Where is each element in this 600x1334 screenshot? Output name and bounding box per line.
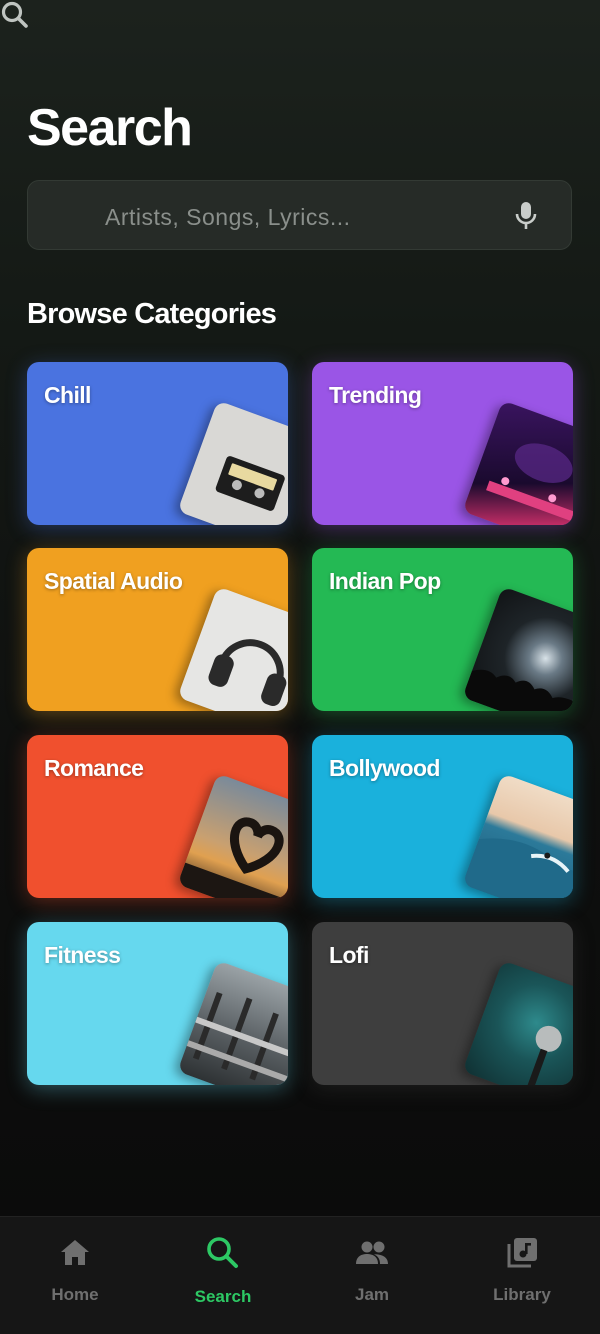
heart-hands-image xyxy=(177,773,288,898)
nav-item-library[interactable]: Library xyxy=(447,1217,597,1334)
headphones-image xyxy=(177,586,288,711)
dj-image xyxy=(462,400,573,525)
category-label: Fitness xyxy=(44,942,121,968)
bottom-nav: Home Search Jam Library xyxy=(0,1216,600,1334)
search-icon xyxy=(1,1,28,28)
category-card-fitness[interactable]: Fitness xyxy=(27,922,288,1085)
microphone-image xyxy=(462,960,573,1085)
nav-item-search[interactable]: Search xyxy=(148,1217,298,1334)
category-label: Trending xyxy=(329,382,422,408)
category-label: Bollywood xyxy=(329,755,440,781)
category-card-trending[interactable]: Trending xyxy=(312,362,573,525)
search-icon xyxy=(207,1237,238,1268)
category-label: Lofi xyxy=(329,942,369,968)
category-card-indian-pop[interactable]: Indian Pop xyxy=(312,548,573,711)
nav-item-home[interactable]: Home xyxy=(0,1217,150,1334)
home-icon xyxy=(61,1240,89,1265)
nav-label: Library xyxy=(493,1285,551,1304)
surfer-image xyxy=(462,773,573,898)
category-label: Spatial Audio xyxy=(44,568,183,594)
category-card-chill[interactable]: Chill xyxy=(27,362,288,525)
people-icon xyxy=(356,1241,388,1264)
page-title: Search xyxy=(27,99,193,157)
microphone-icon[interactable] xyxy=(514,200,538,232)
category-label: Romance xyxy=(44,755,144,781)
nav-item-jam[interactable]: Jam xyxy=(297,1217,447,1334)
search-input[interactable] xyxy=(103,200,497,234)
nav-label: Jam xyxy=(354,1285,390,1304)
section-title: Browse Categories xyxy=(27,298,277,330)
gym-image xyxy=(177,960,288,1085)
nav-label: Search xyxy=(194,1287,252,1306)
library-icon xyxy=(507,1238,537,1268)
nav-label: Home xyxy=(51,1285,99,1304)
category-card-lofi[interactable]: Lofi xyxy=(312,922,573,1085)
category-card-bollywood[interactable]: Bollywood xyxy=(312,735,573,898)
category-label: Chill xyxy=(44,382,91,408)
category-card-romance[interactable]: Romance xyxy=(27,735,288,898)
category-card-spatial-audio[interactable]: Spatial Audio xyxy=(27,548,288,711)
cassette-image xyxy=(177,400,288,525)
category-label: Indian Pop xyxy=(329,568,441,594)
concert-image xyxy=(462,586,573,711)
